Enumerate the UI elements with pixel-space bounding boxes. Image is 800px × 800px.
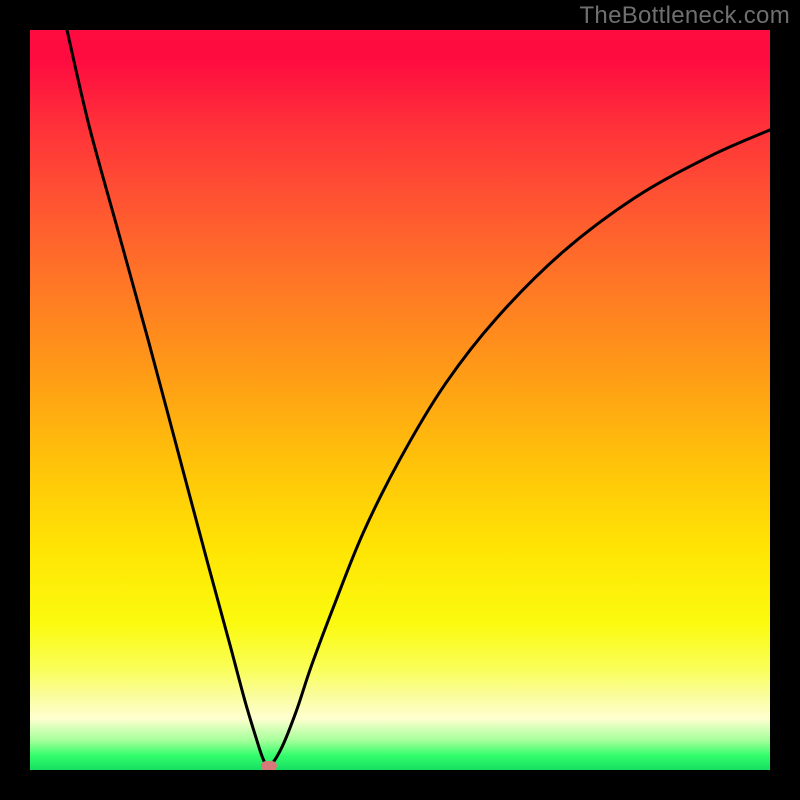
plot-area bbox=[30, 30, 770, 770]
chart-frame: TheBottleneck.com bbox=[0, 0, 800, 800]
curve-path bbox=[67, 30, 770, 767]
watermark-text: TheBottleneck.com bbox=[579, 2, 790, 30]
curve-svg bbox=[30, 30, 770, 770]
minimum-marker bbox=[261, 761, 277, 770]
